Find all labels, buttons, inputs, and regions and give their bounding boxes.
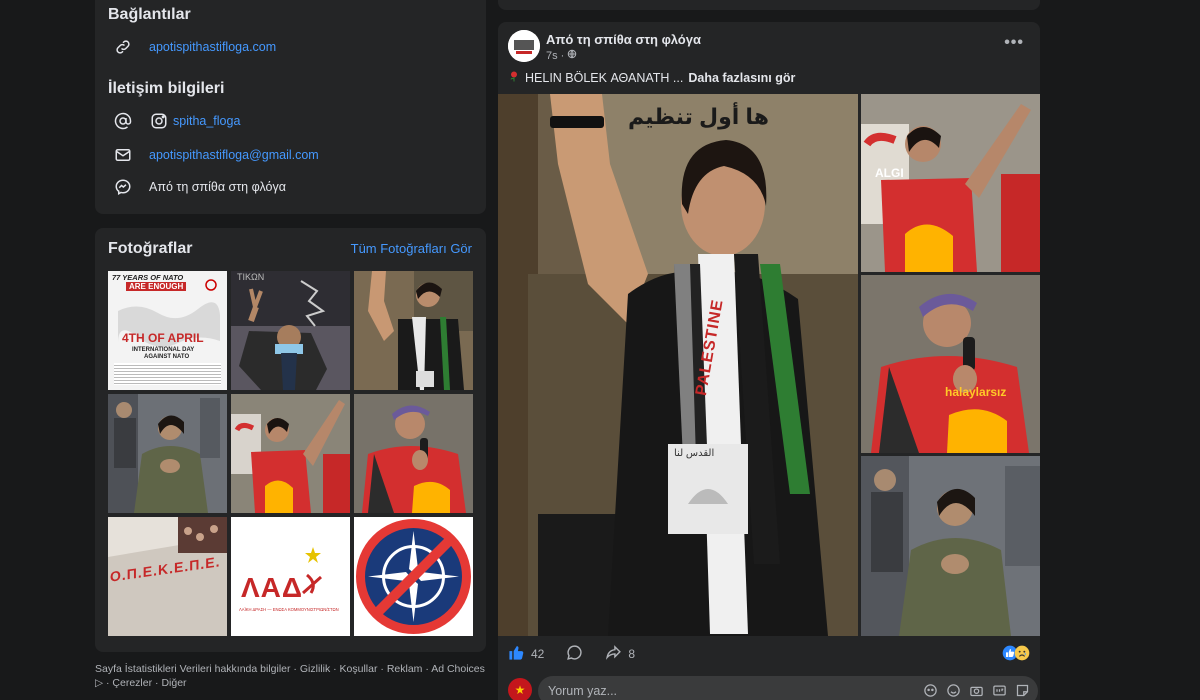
poster-line3: 4TH OF APRIL [122, 331, 204, 345]
comment-button[interactable] [566, 644, 583, 664]
photo-building-opekepe[interactable]: Ο.Π.Ε.Κ.Ε.Π.Ε. [108, 517, 227, 636]
see-more-link[interactable]: Daha fazlasını gör [688, 71, 795, 85]
banner-text: ها أول تنظيم [628, 104, 769, 129]
post-side-image-2[interactable]: halaylarsız [861, 275, 1040, 453]
messenger-name: Από τη σπίθα στη φλόγα [149, 180, 286, 194]
footer-link-insights[interactable]: Sayfa İstatistikleri Verileri hakkında b… [95, 663, 291, 675]
comment-icon [566, 644, 583, 664]
poster-line5: AGAINST NATO [144, 354, 190, 360]
camera-icon[interactable] [969, 683, 984, 698]
sad-reaction-icon [1014, 645, 1030, 664]
gif-icon[interactable] [992, 683, 1007, 698]
photos-card: Fotoğraflar Tüm Fotoğrafları Gör 77 YEAR… [95, 228, 486, 652]
badge-text: القدس لنا [674, 448, 715, 459]
post-card: Από τη σπίθα στη φλόγα 7s · ••• HELIN BÖ… [498, 22, 1040, 700]
dot-separator: · [560, 49, 565, 62]
thumbs-up-icon [508, 644, 525, 664]
avatar-sticker-icon[interactable] [923, 683, 938, 698]
about-card: Bağlantılar apotispithastifloga.com İlet… [95, 0, 486, 214]
user-avatar[interactable]: ★ [508, 678, 532, 700]
photo-nato-poster[interactable]: 77 YEARS OF NATO ARE ENOUGH 4TH OF APRIL… [108, 271, 227, 390]
photo-woman-red-shirt[interactable] [231, 394, 350, 513]
post-side-image-1[interactable]: ALGI [861, 94, 1040, 272]
post-time-text[interactable]: 7s [546, 50, 558, 62]
poster-line4: INTERNATIONAL DAY [132, 347, 195, 353]
post-side-image-3[interactable] [861, 456, 1040, 636]
globe-icon [567, 49, 577, 62]
side2-shirt: halaylarsız [945, 385, 1007, 399]
post-main-image[interactable]: ها أول تنظيم PALESTINE القدس لنا [498, 94, 858, 636]
envelope-icon [113, 145, 133, 165]
previous-post-bottom [498, 0, 1040, 10]
photos-heading: Fotoğraflar [108, 240, 193, 257]
photo-lad-logo[interactable]: ΛΑΔ ΛΑΪΚΗ ΔΡΑΣΗ — ΕΝΩΣΑ ΚΟΜΜΟΥΝΙΣΤΡΙΩΝ/Σ… [231, 517, 350, 636]
reaction-summary[interactable] [1002, 645, 1030, 664]
link-icon [113, 37, 133, 57]
comment-input[interactable]: Yorum yaz... [538, 676, 1038, 700]
instagram-row[interactable]: spitha_floga [113, 109, 240, 133]
post-body: HELIN BÖLEK ΑΘΑΝΑΤΗ ... [525, 70, 684, 85]
photo-anti-nato-logo[interactable] [354, 517, 473, 636]
footer-link-privacy[interactable]: Gizlilik [300, 663, 330, 675]
share-count: 8 [628, 647, 636, 661]
graffiti-text: ΤΙΚΩΝ [237, 272, 265, 282]
lad-title: ΛΑΔ [241, 572, 304, 603]
footer-link-cookies[interactable]: Çerezler [112, 677, 152, 689]
side1-sign: ALGI [875, 166, 904, 180]
adchoices-icon: ▷ [95, 677, 104, 689]
more-options-icon[interactable]: ••• [1004, 34, 1024, 52]
photo-man-graffiti[interactable]: ΤΙΚΩΝ [231, 271, 350, 390]
rose-icon [508, 70, 520, 85]
photo-woman-microphone[interactable] [354, 394, 473, 513]
post-image-gallery: ها أول تنظيم PALESTINE القدس لنا ALGI ha… [498, 94, 1040, 636]
reactions-bar: 42 8 [508, 642, 1030, 666]
like-count: 42 [531, 647, 545, 661]
share-icon [605, 644, 622, 664]
website-row[interactable]: apotispithastifloga.com [113, 35, 276, 59]
poster-line1: 77 YEARS OF NATO [112, 273, 184, 282]
post-author[interactable]: Από τη σπίθα στη φλόγα [546, 32, 701, 47]
links-heading: Bağlantılar [108, 6, 191, 23]
lad-subtitle: ΛΑΪΚΗ ΔΡΑΣΗ — ΕΝΩΣΑ ΚΟΜΜΟΥΝΙΣΤΡΙΩΝ/ΣΤΩΝ [239, 607, 339, 612]
page-avatar[interactable] [508, 30, 540, 62]
see-all-photos-link[interactable]: Tüm Fotoğrafları Gör [351, 241, 472, 256]
footer-link-adchoices[interactable]: Ad Choices [431, 663, 485, 675]
instagram-link[interactable]: spitha_floga [173, 114, 240, 128]
like-button[interactable]: 42 [508, 644, 544, 664]
at-sign-icon [113, 111, 133, 131]
website-link[interactable]: apotispithastifloga.com [149, 40, 276, 54]
comment-tools [923, 683, 1030, 698]
messenger-row[interactable]: Από τη σπίθα στη φλόγα [113, 175, 286, 199]
page-footer: Sayfa İstatistikleri Verileri hakkında b… [95, 663, 485, 689]
footer-link-terms[interactable]: Koşullar [340, 663, 378, 675]
sticker-icon[interactable] [1015, 683, 1030, 698]
comment-placeholder: Yorum yaz... [548, 684, 618, 698]
poster-line2: ARE ENOUGH [126, 282, 187, 291]
photo-woman-clapping[interactable] [108, 394, 227, 513]
email-row[interactable]: apotispithastifloga@gmail.com [113, 143, 319, 167]
footer-link-more[interactable]: Diğer [161, 677, 186, 689]
footer-link-ads[interactable]: Reklam [387, 663, 423, 675]
emoji-icon[interactable] [946, 683, 961, 698]
post-timestamp: 7s · [546, 49, 577, 62]
instagram-icon [149, 111, 169, 131]
email-link[interactable]: apotispithastifloga@gmail.com [149, 148, 319, 162]
messenger-icon [113, 177, 133, 197]
comment-composer: ★ Yorum yaz... [508, 676, 1040, 700]
photo-woman-raised-fist[interactable] [354, 271, 473, 390]
contact-heading: İletişim bilgileri [108, 80, 225, 97]
share-button[interactable]: 8 [605, 644, 635, 664]
photo-grid: 77 YEARS OF NATO ARE ENOUGH 4TH OF APRIL… [108, 271, 473, 637]
post-text: HELIN BÖLEK ΑΘΑΝΑΤΗ ... Daha fazlasını g… [508, 70, 795, 85]
